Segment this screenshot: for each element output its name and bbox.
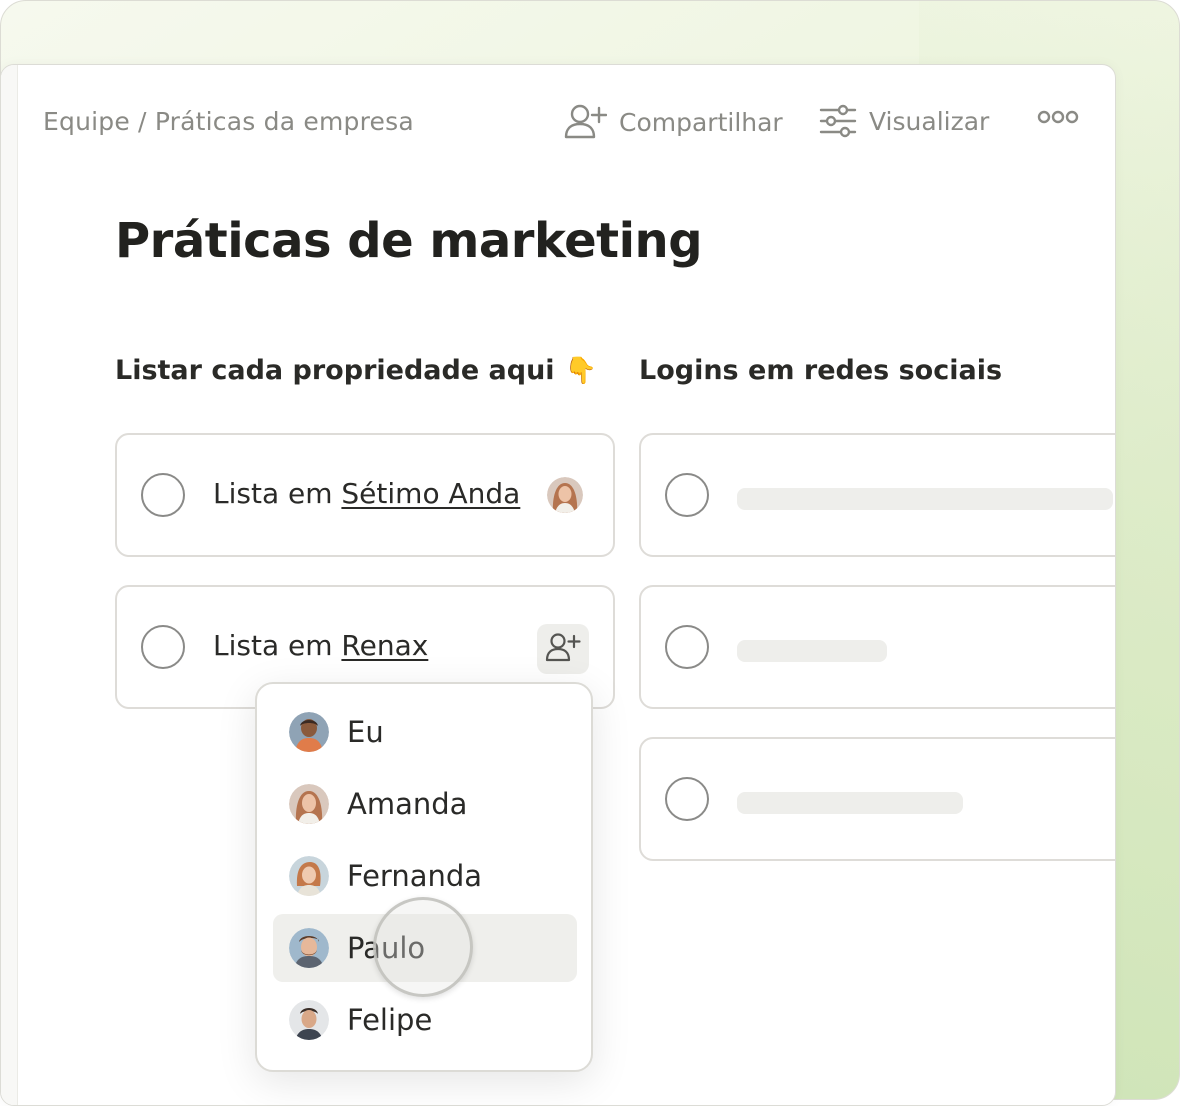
view-button[interactable]: Visualizar xyxy=(819,103,989,139)
task-text: Lista em Sétimo Anda xyxy=(213,477,520,510)
placeholder-card[interactable] xyxy=(639,737,1115,861)
task-checkbox[interactable] xyxy=(141,625,185,669)
more-button[interactable] xyxy=(1037,109,1079,125)
column-heading-social-logins: Logins em redes sociais xyxy=(639,355,1002,386)
menu-item-label: Fernanda xyxy=(347,859,483,893)
skeleton-line xyxy=(737,792,963,814)
avatar-amanda-icon[interactable] xyxy=(547,477,583,513)
avatar-eu-icon xyxy=(289,712,329,752)
column-heading-properties: Listar cada propriedade aqui 👇 xyxy=(115,355,597,386)
menu-item-label: Amanda xyxy=(347,787,468,821)
assignee-menu: Eu Amanda Fernanda Paulo Felipe xyxy=(255,682,593,1072)
task-checkbox[interactable] xyxy=(665,473,709,517)
assign-user-button[interactable] xyxy=(537,624,589,674)
add-user-icon xyxy=(563,103,607,141)
task-text: Lista em Renax xyxy=(213,629,428,662)
view-label: Visualizar xyxy=(869,106,990,136)
share-label: Compartilhar xyxy=(619,107,783,137)
task-prefix: Lista em xyxy=(213,629,342,662)
share-button[interactable]: Compartilhar xyxy=(563,103,783,141)
task-checkbox[interactable] xyxy=(665,777,709,821)
task-link[interactable]: Sétimo Anda xyxy=(341,477,520,510)
task-card[interactable]: Lista em Sétimo Anda xyxy=(115,433,615,557)
skeleton-line xyxy=(737,640,887,662)
touch-cursor xyxy=(373,897,473,997)
sidebar-edge xyxy=(1,65,18,1105)
placeholder-card[interactable] xyxy=(639,433,1115,557)
avatar-paulo-icon xyxy=(289,928,329,968)
sliders-icon xyxy=(819,103,857,139)
menu-item-amanda[interactable]: Amanda xyxy=(273,770,577,838)
page-title: Práticas de marketing xyxy=(115,213,703,269)
avatar-fernanda-icon xyxy=(289,856,329,896)
task-prefix: Lista em xyxy=(213,477,342,510)
menu-item-label: Eu xyxy=(347,715,384,749)
column-heading-label: Logins em redes sociais xyxy=(639,355,1003,386)
add-user-icon xyxy=(545,632,581,666)
menu-item-label: Felipe xyxy=(347,1003,433,1037)
placeholder-card[interactable] xyxy=(639,585,1115,709)
task-checkbox[interactable] xyxy=(665,625,709,669)
column-heading-label: Listar cada propriedade aqui xyxy=(115,355,555,386)
skeleton-line xyxy=(737,488,1113,510)
menu-item-eu[interactable]: Eu xyxy=(273,698,577,766)
pointing-down-emoji: 👇 xyxy=(564,355,597,386)
task-checkbox[interactable] xyxy=(141,473,185,517)
breadcrumb[interactable]: Equipe / Práticas da empresa xyxy=(43,107,414,136)
avatar-amanda-icon xyxy=(289,784,329,824)
more-dots-icon xyxy=(1037,109,1079,125)
task-link[interactable]: Renax xyxy=(341,629,428,662)
avatar-felipe-icon xyxy=(289,1000,329,1040)
